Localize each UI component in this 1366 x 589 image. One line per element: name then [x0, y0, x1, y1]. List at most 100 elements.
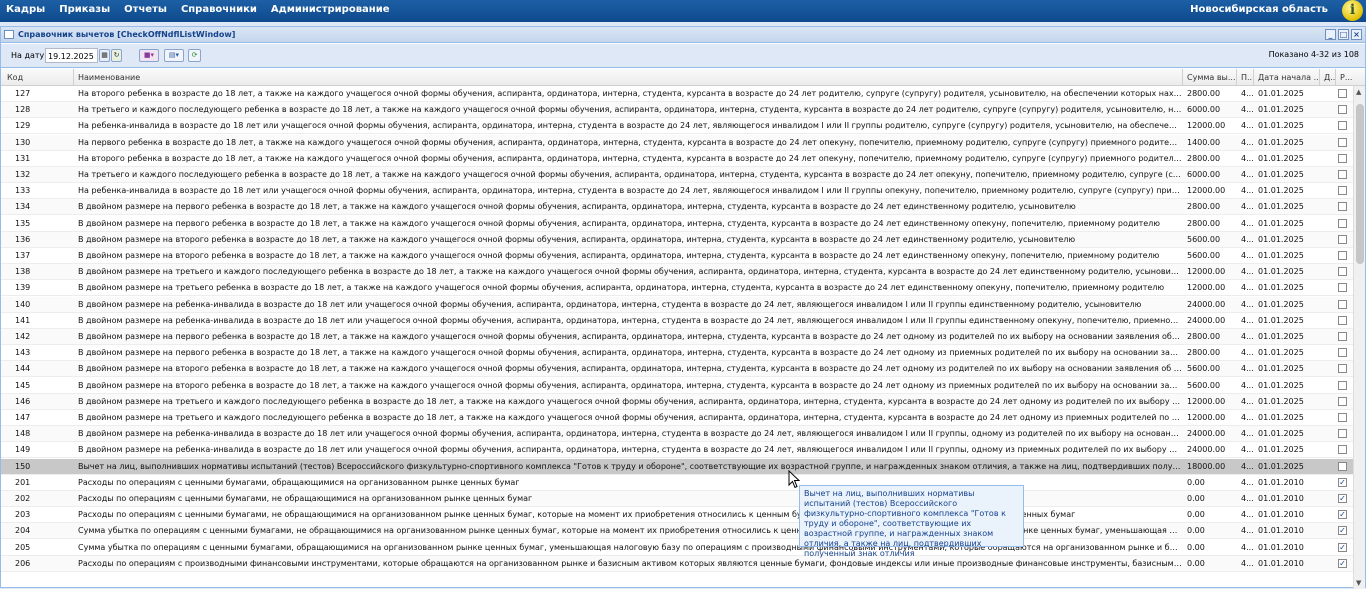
- checkbox-unchecked[interactable]: [1338, 251, 1347, 260]
- table-row[interactable]: 134 В двойном размере на первого ребенка …: [1, 199, 1353, 216]
- checkbox-unchecked[interactable]: [1338, 315, 1347, 325]
- table-row[interactable]: 129 На ребенка-инвалида в возрасте до 18 …: [1, 118, 1353, 135]
- table-row[interactable]: 143 В двойном размере на первого ребенка …: [1, 345, 1353, 362]
- cell-start-date: 01.01.2010: [1258, 558, 1304, 568]
- table-row[interactable]: 131 На второго ребенка в возрасте до 18 л…: [1, 151, 1353, 167]
- checkbox-unchecked[interactable]: [1338, 137, 1347, 147]
- checkbox-unchecked[interactable]: [1338, 348, 1347, 358]
- checkbox-unchecked[interactable]: [1338, 413, 1347, 422]
- cell-checkbox: [1337, 167, 1351, 183]
- close-button[interactable]: ×: [1351, 29, 1362, 40]
- table-row[interactable]: 147 В двойном размере на третьего и каждо…: [1, 410, 1353, 426]
- column-header-p[interactable]: П...: [1237, 69, 1254, 86]
- checkbox-unchecked[interactable]: [1338, 429, 1347, 439]
- table-row[interactable]: 206 Расходы по операциям с производными ф…: [1, 555, 1353, 572]
- checkbox-unchecked[interactable]: [1338, 267, 1347, 277]
- cell-code: 127: [15, 89, 31, 98]
- table-row[interactable]: 135 В двойном размере на первого ребенка …: [1, 216, 1353, 232]
- checkbox-unchecked[interactable]: [1338, 105, 1347, 115]
- checkbox-unchecked[interactable]: [1338, 202, 1347, 212]
- minimize-button[interactable]: _: [1325, 29, 1336, 40]
- export-menu-icon[interactable]: ▤▾: [164, 49, 184, 62]
- cell-code: 133: [15, 186, 31, 196]
- checkbox-unchecked[interactable]: [1338, 461, 1347, 471]
- cell-start-date: 01.01.2025: [1258, 89, 1304, 98]
- date-input[interactable]: [45, 48, 98, 63]
- table-row[interactable]: 141 В двойном размере на ребенка-инвалида…: [1, 313, 1353, 329]
- cell-code: 128: [15, 105, 31, 115]
- table-row[interactable]: 203 Расходы по операциям с ценными бумага…: [1, 507, 1353, 524]
- table-row[interactable]: 127 На второго ребенка в возрасте до 18 л…: [1, 86, 1353, 102]
- cell-checkbox: ✓: [1337, 540, 1351, 556]
- maximize-button[interactable]: □: [1338, 29, 1349, 40]
- table-row[interactable]: 133 На ребенка-инвалида в возрасте до 18 …: [1, 183, 1353, 200]
- table-row[interactable]: 142 В двойном размере на первого ребенка …: [1, 329, 1353, 345]
- checkbox-unchecked[interactable]: [1338, 218, 1347, 228]
- date-label: На дату:: [11, 51, 47, 60]
- table-row[interactable]: 201 Расходы по операциям с ценными бумага…: [1, 475, 1353, 491]
- table-row[interactable]: 149 В двойном размере на ребенка-инвалида…: [1, 442, 1353, 459]
- checkbox-unchecked[interactable]: [1338, 153, 1347, 163]
- checkbox-unchecked[interactable]: [1338, 396, 1347, 406]
- refresh-icon[interactable]: ⟳: [188, 49, 201, 62]
- table-row[interactable]: 144 В двойном размере на второго ребенка …: [1, 361, 1353, 378]
- table-row[interactable]: 132 На третьего и каждого последующего ре…: [1, 167, 1353, 183]
- checkbox-checked[interactable]: ✓: [1338, 542, 1347, 552]
- column-header-code[interactable]: Код: [3, 69, 74, 86]
- table-row[interactable]: 130 На первого ребенка в возрасте до 18 л…: [1, 134, 1353, 151]
- checkbox-checked[interactable]: ✓: [1338, 477, 1347, 487]
- menu-item-kadry[interactable]: Кадры: [6, 4, 45, 15]
- table-row[interactable]: 205 Сумма убытка по операциям с ценными б…: [1, 540, 1353, 556]
- menu-item-prikazy[interactable]: Приказы: [59, 4, 110, 15]
- menu-item-spravochniki[interactable]: Справочники: [181, 4, 257, 15]
- checkbox-checked[interactable]: ✓: [1338, 510, 1347, 520]
- checkbox-unchecked[interactable]: [1338, 332, 1347, 341]
- scroll-down-icon[interactable]: ▼: [1356, 579, 1361, 587]
- checkbox-unchecked[interactable]: [1338, 121, 1347, 131]
- checkbox-checked[interactable]: ✓: [1338, 526, 1347, 536]
- column-header-r[interactable]: Р...: [1336, 69, 1353, 86]
- column-header-name[interactable]: Наименование: [74, 69, 1183, 86]
- print-menu-icon[interactable]: ■▾: [139, 49, 159, 62]
- table-row[interactable]: 136 В двойном размере на второго ребенка …: [1, 231, 1353, 248]
- checkbox-unchecked[interactable]: [1338, 445, 1347, 455]
- checkbox-unchecked[interactable]: [1338, 299, 1347, 309]
- table-row[interactable]: 140 В двойном размере на ребенка-инвалида…: [1, 296, 1353, 313]
- checkbox-unchecked[interactable]: [1338, 364, 1347, 374]
- table-row[interactable]: 202 Расходы по операциям с ценными бумага…: [1, 491, 1353, 507]
- checkbox-unchecked[interactable]: [1338, 186, 1347, 196]
- cell-code: 140: [15, 299, 31, 309]
- checkbox-checked[interactable]: ✓: [1338, 558, 1347, 568]
- scroll-up-icon[interactable]: ▲: [1356, 88, 1361, 96]
- checkbox-unchecked[interactable]: [1338, 234, 1347, 244]
- table-row[interactable]: 150 Вычет на лиц, выполнивших нормативы и…: [1, 458, 1353, 475]
- table-row[interactable]: 148 В двойном размере на ребенка-инвалида…: [1, 426, 1353, 443]
- column-header-sum[interactable]: Сумма вы...: [1183, 69, 1237, 86]
- table-row[interactable]: 146 В двойном размере на третьего и каждо…: [1, 393, 1353, 410]
- column-header-start-date[interactable]: Дата начала ...: [1254, 69, 1320, 86]
- cell-code: 139: [15, 283, 31, 293]
- cell-p: 4...: [1241, 380, 1253, 390]
- checkbox-checked[interactable]: ✓: [1338, 494, 1347, 503]
- checkbox-unchecked[interactable]: [1338, 380, 1347, 390]
- table-row[interactable]: 139 В двойном размере на третьего ребенка…: [1, 280, 1353, 297]
- scrollbar-thumb[interactable]: [1356, 104, 1364, 264]
- table-row[interactable]: 128 На третьего и каждого последующего ре…: [1, 102, 1353, 119]
- cell-name: Вычет на лиц, выполнивших нормативы испы…: [78, 461, 1182, 471]
- cell-name: В двойном размере на первого ребенка в в…: [78, 348, 1182, 358]
- calendar-icon[interactable]: ▦: [99, 49, 110, 62]
- table-row[interactable]: 138 В двойном размере на третьего и каждо…: [1, 264, 1353, 281]
- menu-item-administrirovanie[interactable]: Администрирование: [271, 4, 390, 15]
- checkbox-unchecked[interactable]: [1338, 170, 1347, 179]
- table-row[interactable]: 145 В двойном размере на второго ребенка …: [1, 378, 1353, 394]
- vertical-scrollbar[interactable]: ▲ ▼: [1353, 86, 1365, 589]
- cell-code: 129: [15, 121, 31, 131]
- menu-item-otchety[interactable]: Отчеты: [124, 4, 167, 15]
- column-header-d[interactable]: Д...: [1320, 69, 1336, 86]
- checkbox-unchecked[interactable]: [1338, 89, 1347, 98]
- apply-date-icon[interactable]: ↻: [111, 49, 122, 62]
- info-icon[interactable]: i: [1342, 0, 1363, 21]
- table-row[interactable]: 204 Сумма убытка по операциям с ценными б…: [1, 523, 1353, 540]
- table-row[interactable]: 137 В двойном размере на второго ребенка …: [1, 248, 1353, 264]
- checkbox-unchecked[interactable]: [1338, 283, 1347, 293]
